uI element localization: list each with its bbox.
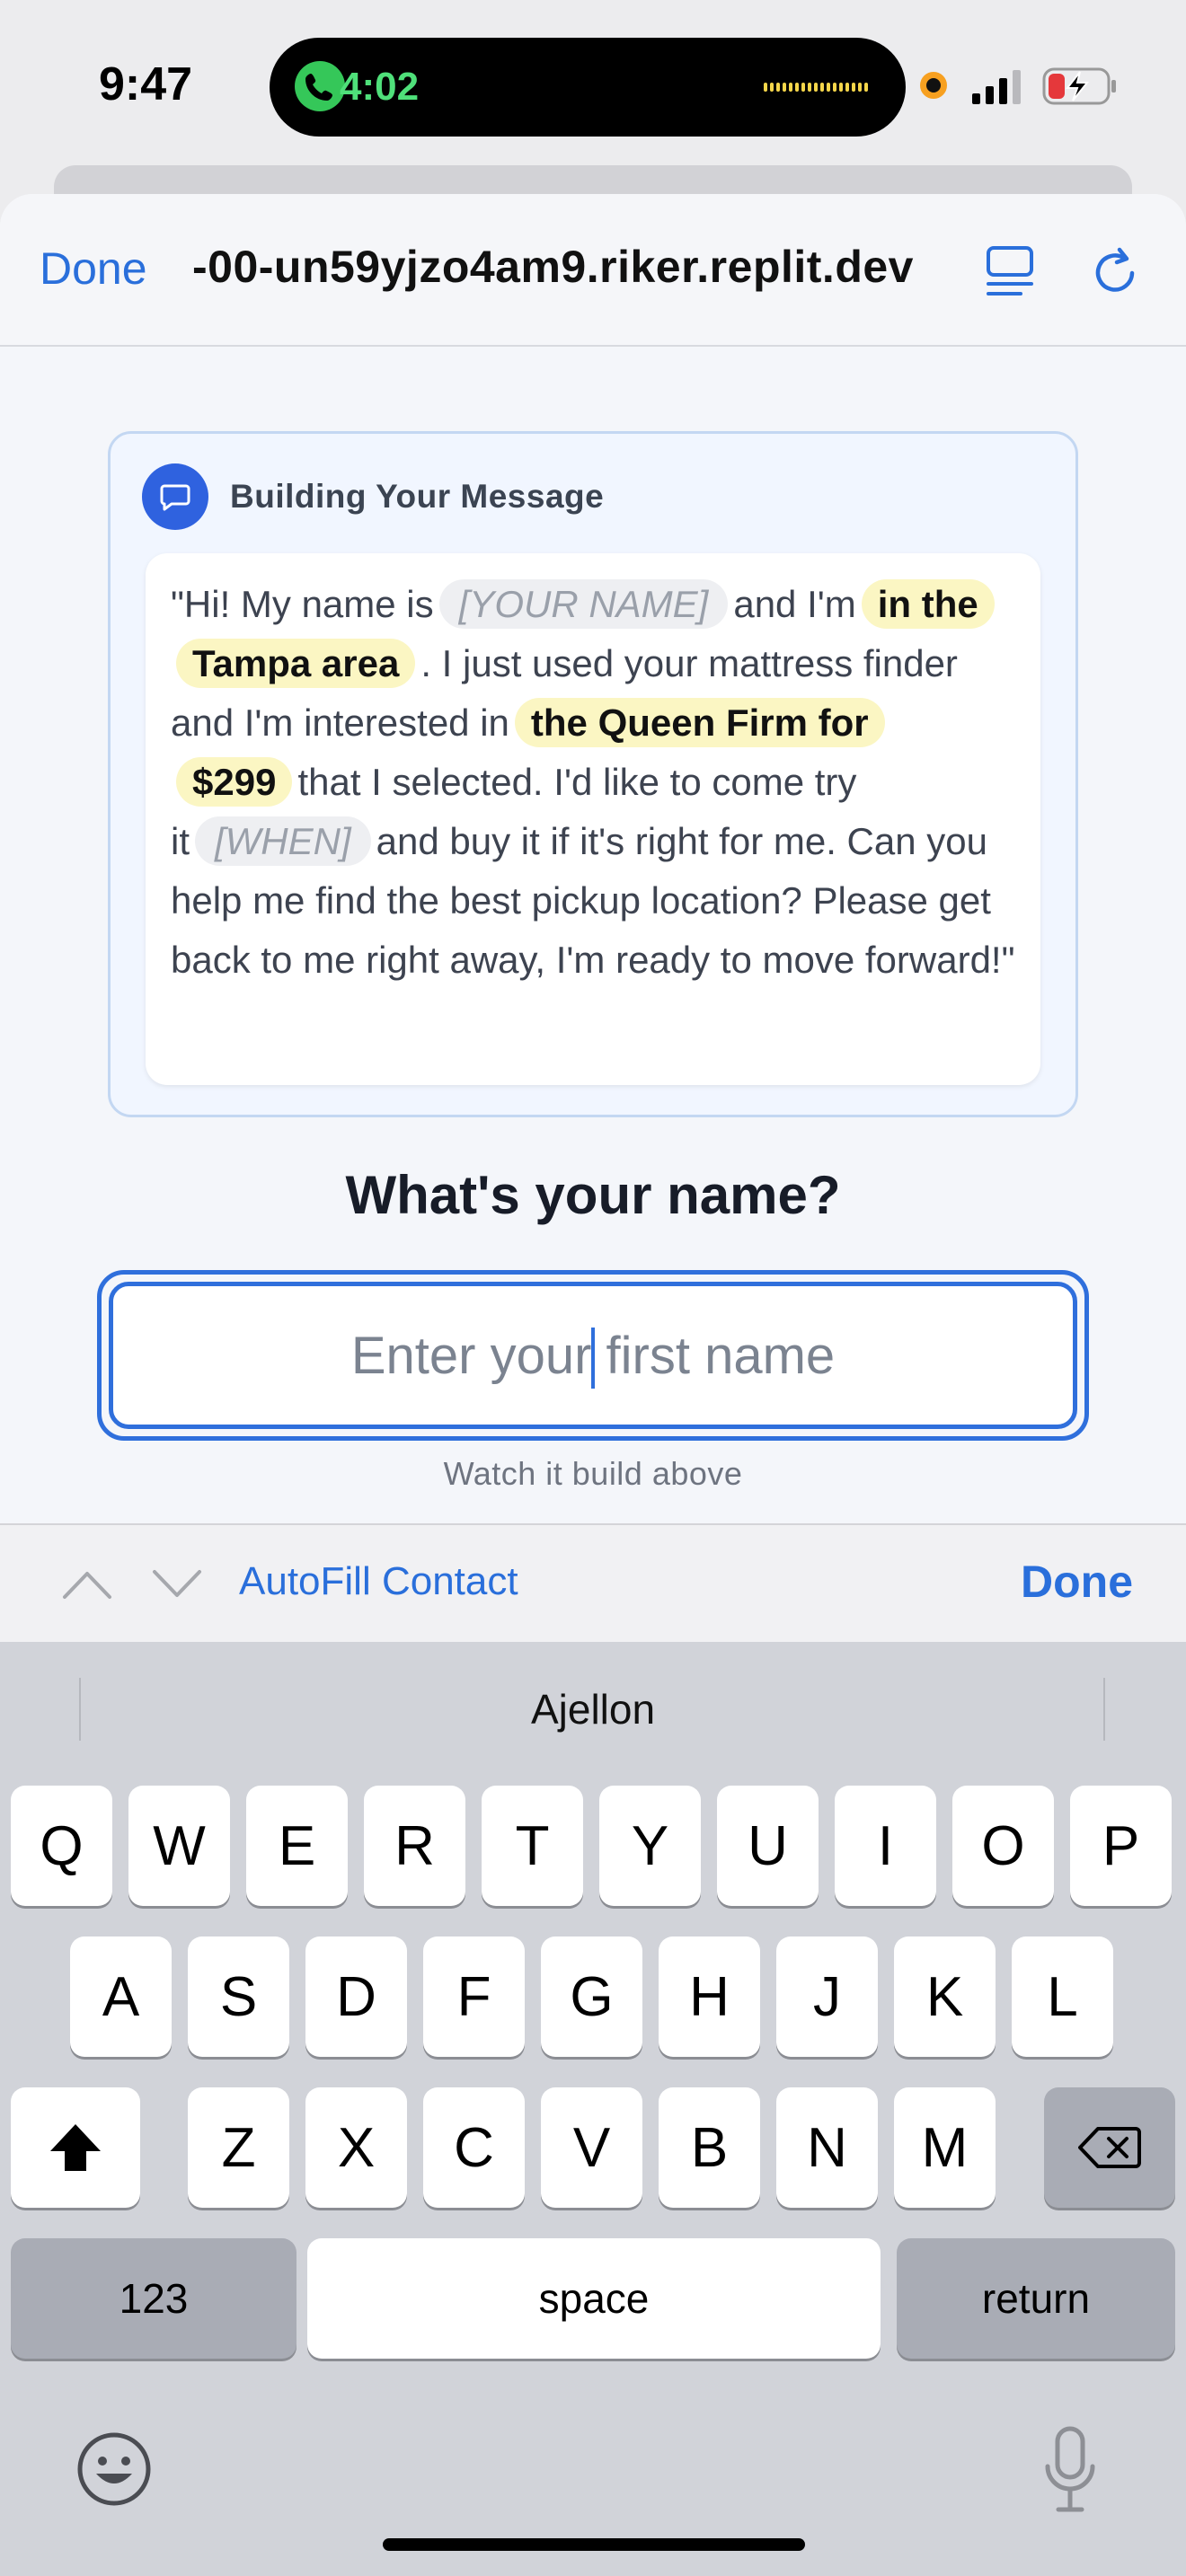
dynamic-island[interactable]: 4:02 (270, 38, 906, 137)
message-part: and I'm (733, 583, 856, 625)
shift-icon (50, 2124, 101, 2171)
key-p[interactable]: P (1070, 1786, 1172, 1906)
signal-icon (972, 70, 1021, 104)
browser-done-button[interactable]: Done (40, 243, 147, 295)
autofill-contact-button[interactable]: AutoFill Contact (239, 1559, 518, 1604)
tabs-icon[interactable] (985, 244, 1035, 298)
card-title: Building Your Message (230, 478, 605, 515)
key-u[interactable]: U (717, 1786, 819, 1906)
key-i[interactable]: I (835, 1786, 936, 1906)
text-caret (591, 1328, 595, 1389)
key-j[interactable]: J (776, 1936, 878, 2057)
shift-key[interactable] (11, 2087, 140, 2208)
backspace-icon (1078, 2127, 1141, 2168)
microphone-icon[interactable] (1040, 2425, 1100, 2515)
key-s[interactable]: S (188, 1936, 289, 2057)
phone-icon (295, 61, 345, 111)
name-placeholder-chip: [YOUR NAME] (438, 579, 729, 629)
when-placeholder-chip: [WHEN] (195, 816, 371, 866)
space-key[interactable]: space (307, 2238, 881, 2359)
key-c[interactable]: C (423, 2087, 525, 2208)
status-time: 9:47 (99, 58, 193, 110)
numbers-key[interactable]: 123 (11, 2238, 296, 2359)
key-r[interactable]: R (364, 1786, 465, 1906)
battery-charging-icon (1042, 67, 1116, 105)
key-a[interactable]: A (70, 1936, 172, 2057)
suggestion-word[interactable]: Ajellon (0, 1685, 1186, 1734)
message-part: "Hi! My name is (171, 583, 434, 625)
keyboard-done-button[interactable]: Done (1021, 1556, 1133, 1608)
key-z[interactable]: Z (188, 2087, 289, 2208)
chevron-up-icon[interactable] (58, 1559, 117, 1608)
return-key-label: return (981, 2275, 1091, 2322)
key-l[interactable]: L (1012, 1936, 1113, 2057)
return-key[interactable]: return (897, 2238, 1175, 2359)
chat-bubble-icon (142, 463, 208, 530)
key-g[interactable]: G (541, 1936, 642, 2057)
key-v[interactable]: V (541, 2087, 642, 2208)
key-d[interactable]: D (305, 1936, 407, 2057)
key-m[interactable]: M (894, 2087, 996, 2208)
key-o[interactable]: O (952, 1786, 1054, 1906)
key-k[interactable]: K (894, 1936, 996, 2057)
key-t[interactable]: T (482, 1786, 583, 1906)
message-text: "Hi! My name is [YOUR NAME] and I'm in the … (171, 575, 1019, 990)
key-f[interactable]: F (423, 1936, 525, 2057)
backspace-key[interactable] (1044, 2087, 1175, 2208)
key-q[interactable]: Q (11, 1786, 112, 1906)
audio-wave-icon (764, 83, 868, 92)
recording-dot-icon (920, 72, 947, 99)
key-w[interactable]: W (128, 1786, 230, 1906)
home-indicator[interactable] (383, 2538, 805, 2551)
url-address[interactable]: -00-un59yjzo4am9.riker.replit.dev (192, 241, 914, 293)
key-y[interactable]: Y (599, 1786, 701, 1906)
name-question: What's your name? (345, 1165, 841, 1225)
space-key-label: space (538, 2275, 650, 2322)
key-h[interactable]: H (659, 1936, 760, 2057)
reload-icon[interactable] (1087, 243, 1145, 300)
emoji-icon[interactable] (74, 2429, 155, 2510)
key-n[interactable]: N (776, 2087, 878, 2208)
key-b[interactable]: B (659, 2087, 760, 2208)
call-duration: 4:02 (340, 65, 420, 109)
chevron-down-icon[interactable] (147, 1559, 207, 1608)
key-x[interactable]: X (305, 2087, 407, 2208)
numbers-key-label: 123 (119, 2275, 189, 2322)
build-hint: Watch it build above (443, 1455, 743, 1492)
key-e[interactable]: E (246, 1786, 348, 1906)
